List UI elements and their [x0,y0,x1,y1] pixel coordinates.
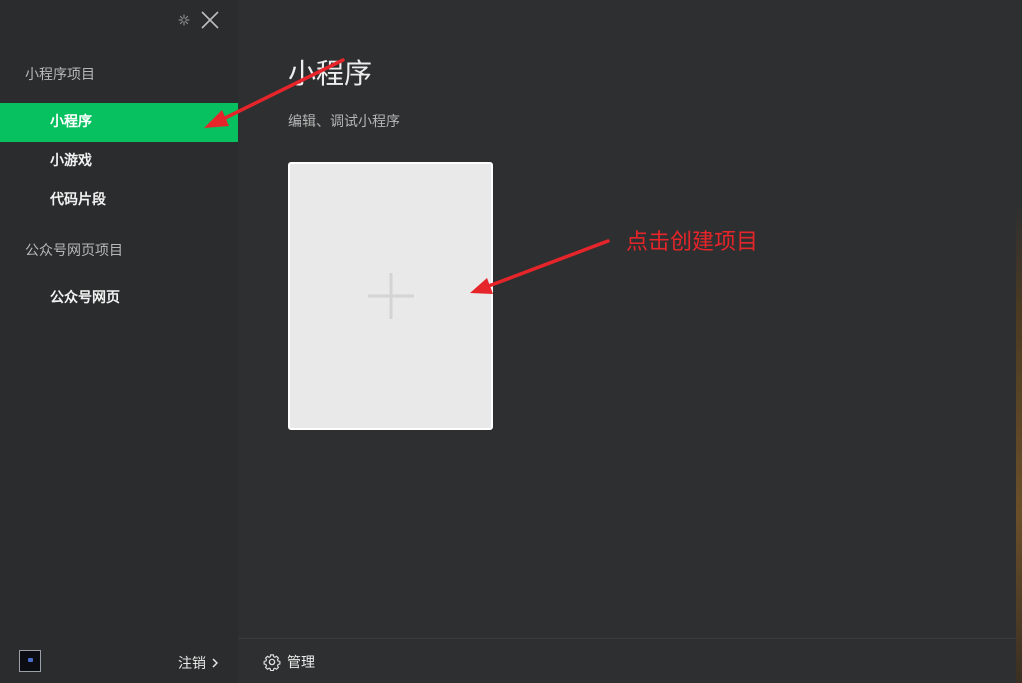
main-panel: 小程序 编辑、调试小程序 [238,0,1022,683]
manage-button[interactable]: 管理 [263,652,315,672]
close-icon[interactable] [200,10,220,30]
plus-icon [367,273,414,319]
sidebar-item-label: 代码片段 [50,192,106,208]
chevron-right-icon [212,658,218,668]
logout-button[interactable]: 注销 [178,653,218,673]
group-title-official-account-projects: 公众号网页项目 [25,243,123,259]
sidebar-item-label: 小程序 [50,114,92,130]
sidebar-footer: 注销 [0,641,238,683]
bottom-divider [238,638,1022,639]
sidebar-item-code-snippets[interactable]: 代码片段 [0,181,238,220]
sidebar-item-miniprogram[interactable]: 小程序 [0,103,238,142]
window-edge [1016,0,1022,683]
group-title-miniprogram-projects: 小程序项目 [25,67,95,83]
sidebar: 小程序项目 小程序 小游戏 代码片段 公众号网页项目 公众号网页 注销 [0,0,238,683]
avatar-image [28,658,33,662]
window-controls [178,10,220,30]
gear-icon [263,654,281,671]
logout-label: 注销 [178,656,206,672]
annotation-text: 点击创建项目 [626,230,759,255]
page-title: 小程序 [288,57,373,90]
manage-label: 管理 [287,655,315,671]
settings-icon[interactable] [178,14,190,26]
sidebar-item-official-account-webpage[interactable]: 公众号网页 [0,279,238,318]
sidebar-item-label: 小游戏 [50,153,92,169]
sidebar-item-label: 公众号网页 [50,290,120,306]
sidebar-item-minigame[interactable]: 小游戏 [0,142,238,181]
avatar[interactable] [19,650,41,672]
create-project-card[interactable] [288,162,493,430]
page-subtitle: 编辑、调试小程序 [288,114,400,130]
